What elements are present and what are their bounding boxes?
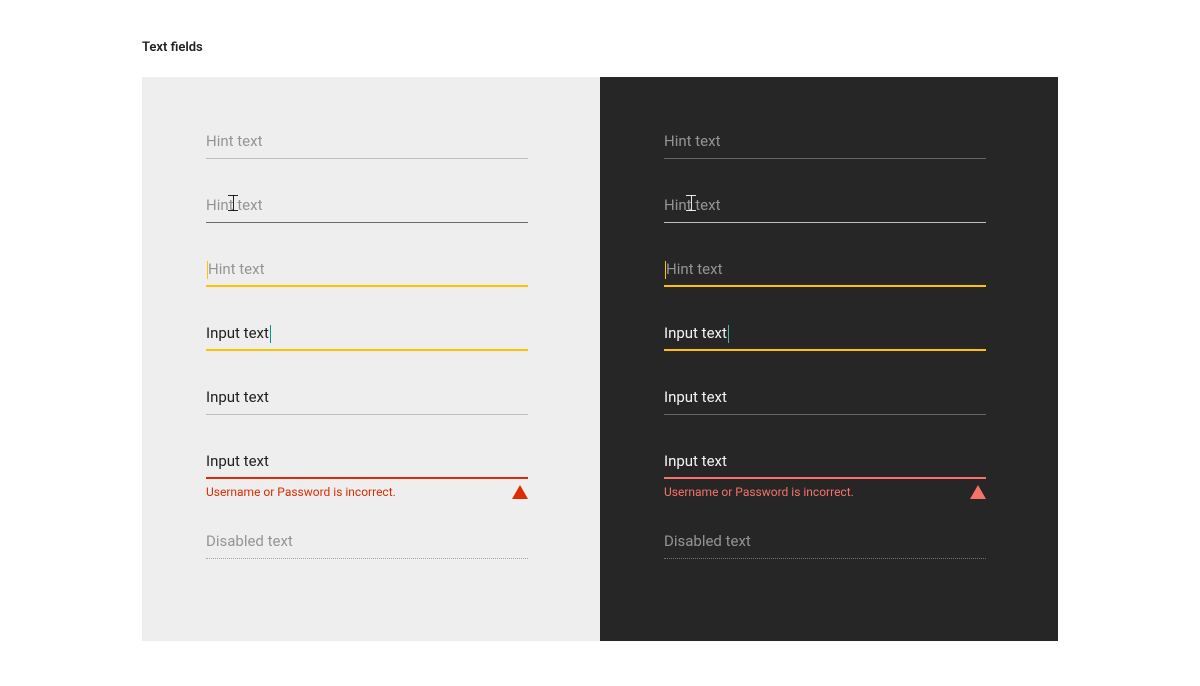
warning-icon (512, 485, 528, 499)
input-value: Input text (206, 451, 269, 471)
underline (664, 285, 986, 287)
underline (664, 477, 986, 479)
underline (206, 558, 528, 559)
textfield-filled[interactable]: Input text (664, 383, 994, 427)
section-title: Text fields (142, 40, 1058, 55)
textfield-press[interactable]: Hint text (206, 255, 536, 299)
underline (664, 558, 986, 559)
textfield-hover[interactable]: Hint text (206, 191, 536, 235)
error-message: Username or Password is incorrect. (206, 485, 396, 499)
underline (664, 349, 986, 351)
panels: Hint text Hint text Hint text (142, 77, 1058, 641)
input-value: Input text (664, 323, 727, 343)
underline (206, 414, 528, 415)
caret-icon (270, 325, 271, 343)
textfield-focus[interactable]: Input text (206, 319, 536, 363)
underline (206, 349, 528, 351)
textfield-focus[interactable]: Input text (664, 319, 994, 363)
error-message: Username or Password is incorrect. (664, 485, 854, 499)
panel-light: Hint text Hint text Hint text (142, 77, 600, 641)
textfield-idle[interactable]: Hint text (664, 127, 994, 171)
textfield-idle[interactable]: Hint text (206, 127, 536, 171)
underline (206, 158, 528, 159)
textfield-error[interactable]: Input text Username or Password is incor… (664, 447, 994, 507)
input-value: Input text (664, 387, 727, 407)
underline (206, 477, 528, 479)
input-value: Input text (664, 451, 727, 471)
textfield-error[interactable]: Input text Username or Password is incor… (206, 447, 536, 507)
textfield-disabled: Disabled text (664, 527, 994, 571)
placeholder: Hint text (208, 259, 264, 279)
underline (664, 222, 986, 223)
input-value: Disabled text (206, 531, 293, 551)
panel-dark: Hint text Hint text Hint text (600, 77, 1058, 641)
underline (664, 414, 986, 415)
placeholder: Hint text (664, 131, 720, 151)
textfield-disabled: Disabled text (206, 527, 536, 571)
underline (206, 222, 528, 223)
input-value: Input text (206, 387, 269, 407)
placeholder: Hint text (206, 131, 262, 151)
warning-icon (970, 485, 986, 499)
caret-icon (728, 325, 729, 343)
textfield-press[interactable]: Hint text (664, 255, 994, 299)
textfield-filled[interactable]: Input text (206, 383, 536, 427)
textfield-hover[interactable]: Hint text (664, 191, 994, 235)
input-value: Disabled text (664, 531, 751, 551)
placeholder: Hint text (664, 195, 720, 215)
placeholder: Hint text (666, 259, 722, 279)
input-value: Input text (206, 323, 269, 343)
placeholder: Hint text (206, 195, 262, 215)
underline (206, 285, 528, 287)
underline (664, 158, 986, 159)
